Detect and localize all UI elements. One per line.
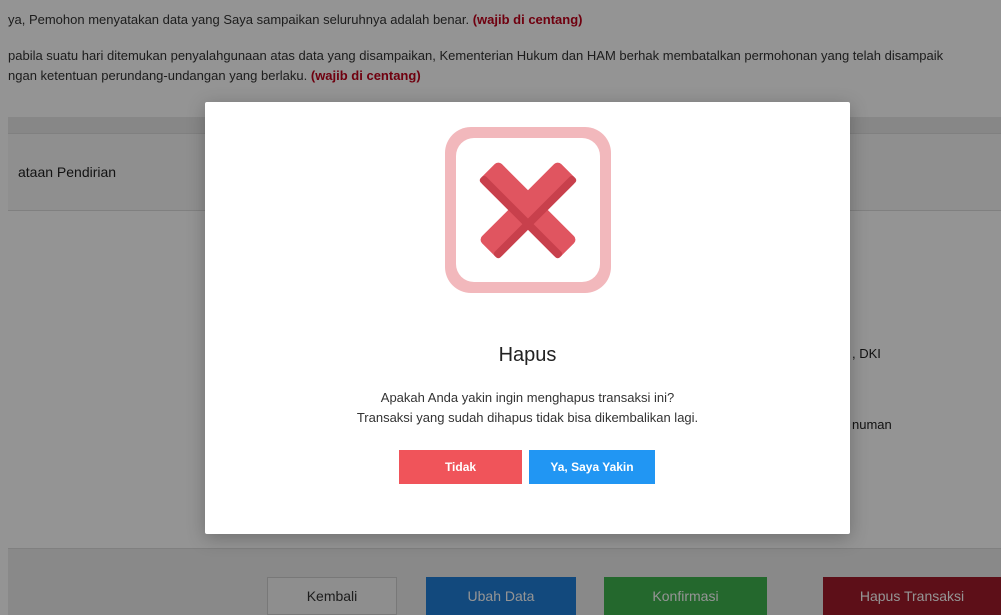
dialog-message-line-1: Apakah Anda yakin ingin menghapus transa… — [380, 390, 675, 405]
confirm-delete-button[interactable]: Ya, Saya Yakin — [529, 450, 655, 484]
dialog-message-line-2: Transaksi yang sudah dihapus tidak bisa … — [356, 410, 699, 425]
x-mark-icon — [445, 127, 611, 293]
cancel-button[interactable]: Tidak — [399, 450, 522, 484]
dialog-title: Hapus — [498, 344, 557, 366]
delete-confirmation-dialog: Hapus Apakah Anda yakin ingin menghapus … — [205, 102, 850, 534]
